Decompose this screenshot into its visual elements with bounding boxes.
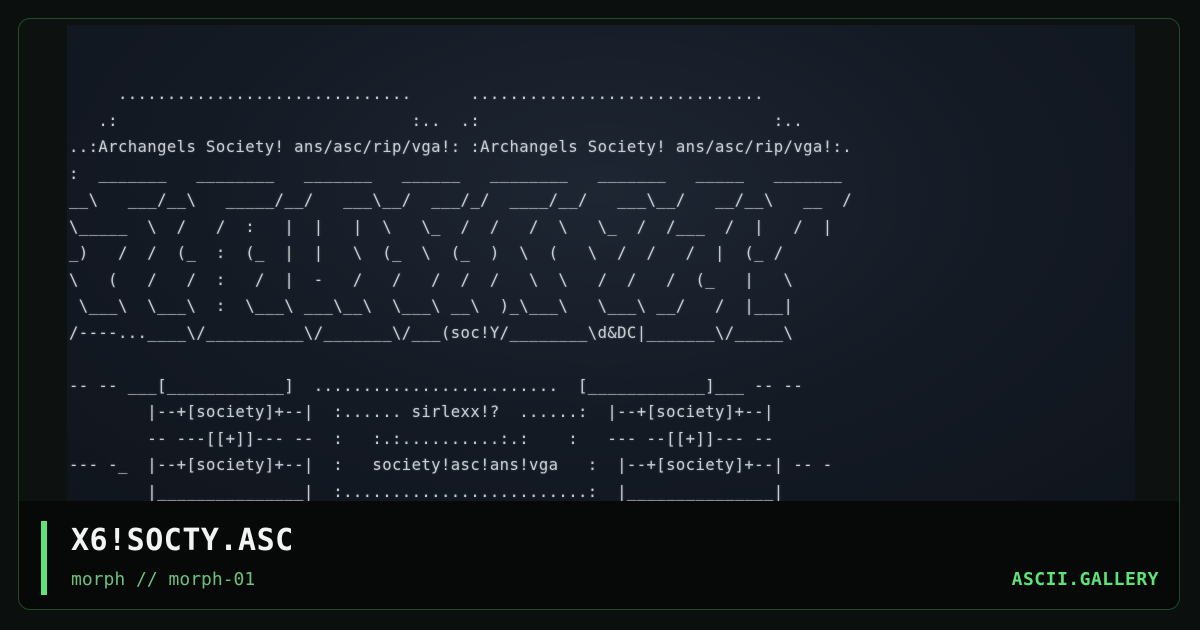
accent-bar [41,521,47,595]
site-brand[interactable]: ASCII.GALLERY [1012,569,1159,590]
artwork-subtitle: morph // morph-01 [71,569,256,590]
artwork-title: X6!SOCTY.ASC [71,523,294,558]
ascii-artwork: .............................. .........… [67,25,1135,501]
caption-bar: X6!SOCTY.ASC morph // morph-01 ASCII.GAL… [19,501,1179,609]
gallery-card: .............................. .........… [18,18,1180,610]
ascii-art-text: .............................. .........… [69,85,853,501]
